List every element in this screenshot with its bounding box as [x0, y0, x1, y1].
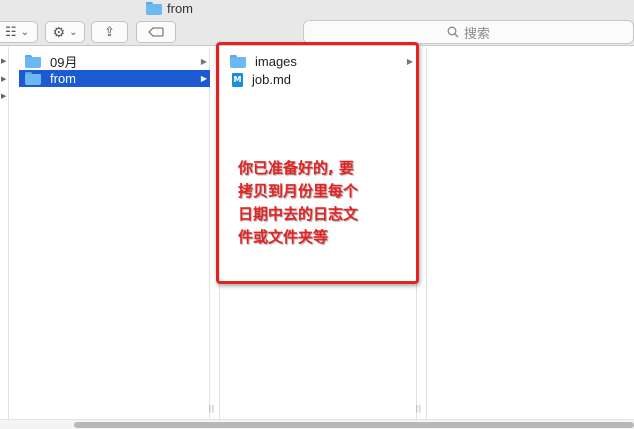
tag-button[interactable] — [136, 21, 176, 43]
chevron-down-icon: ⌄ — [69, 26, 78, 38]
share-icon: ⇪ — [104, 24, 115, 39]
annotation-text: 你已准备好的, 要 拷贝到月份里每个 日期中去的日志文 件或文件夹等 — [238, 157, 408, 249]
annotation-line: 日期中去的日志文 — [238, 205, 359, 223]
column-1[interactable]: 09月 ▶ from ▶ — [9, 47, 210, 419]
item-label: 09月 — [50, 55, 78, 70]
folder-icon — [25, 55, 41, 68]
column-3[interactable] — [427, 47, 634, 419]
scrollbar-thumb[interactable] — [74, 422, 634, 428]
item-label: from — [50, 71, 76, 86]
toolbar: from ☷ ⌄ ⚙ ⌄ ⇪ 搜索 — [0, 0, 634, 46]
annotation-line: 件或文件夹等 — [238, 228, 329, 246]
search-placeholder: 搜索 — [463, 26, 490, 42]
chevron-right-icon: ▶ — [1, 76, 7, 83]
icon-grid-icon: ☷ — [4, 24, 17, 39]
column-resize-handle[interactable]: || — [416, 404, 422, 413]
column-resize-handle[interactable]: || — [209, 404, 215, 413]
chevron-right-icon: ▶ — [200, 57, 207, 66]
chevron-right-icon: ▶ — [200, 74, 207, 83]
chevron-right-icon: ▶ — [1, 93, 7, 100]
window-title: from — [146, 0, 193, 16]
search-icon — [447, 26, 459, 38]
annotation-line: 你已准备好的, 要 — [238, 159, 354, 177]
gear-icon: ⚙ — [52, 23, 66, 40]
chevron-down-icon: ⌄ — [20, 26, 30, 38]
action-gear-button[interactable]: ⚙ ⌄ — [45, 21, 85, 43]
column-0[interactable]: ▶ ▶ ▶ — [0, 47, 9, 419]
view-options-button[interactable]: ☷ ⌄ — [0, 21, 38, 43]
horizontal-scrollbar[interactable] — [0, 419, 634, 429]
list-item-09[interactable]: 09月 ▶ — [19, 53, 210, 70]
search-field[interactable]: 搜索 — [303, 20, 634, 44]
folder-icon — [25, 72, 41, 85]
share-button[interactable]: ⇪ — [91, 21, 128, 43]
list-item-from[interactable]: from ▶ — [19, 70, 210, 87]
tag-icon — [148, 27, 164, 37]
folder-icon — [146, 1, 162, 15]
chevron-right-icon: ▶ — [1, 58, 7, 65]
window-title-text: from — [167, 0, 193, 16]
annotation-line: 拷贝到月份里每个 — [238, 182, 359, 200]
